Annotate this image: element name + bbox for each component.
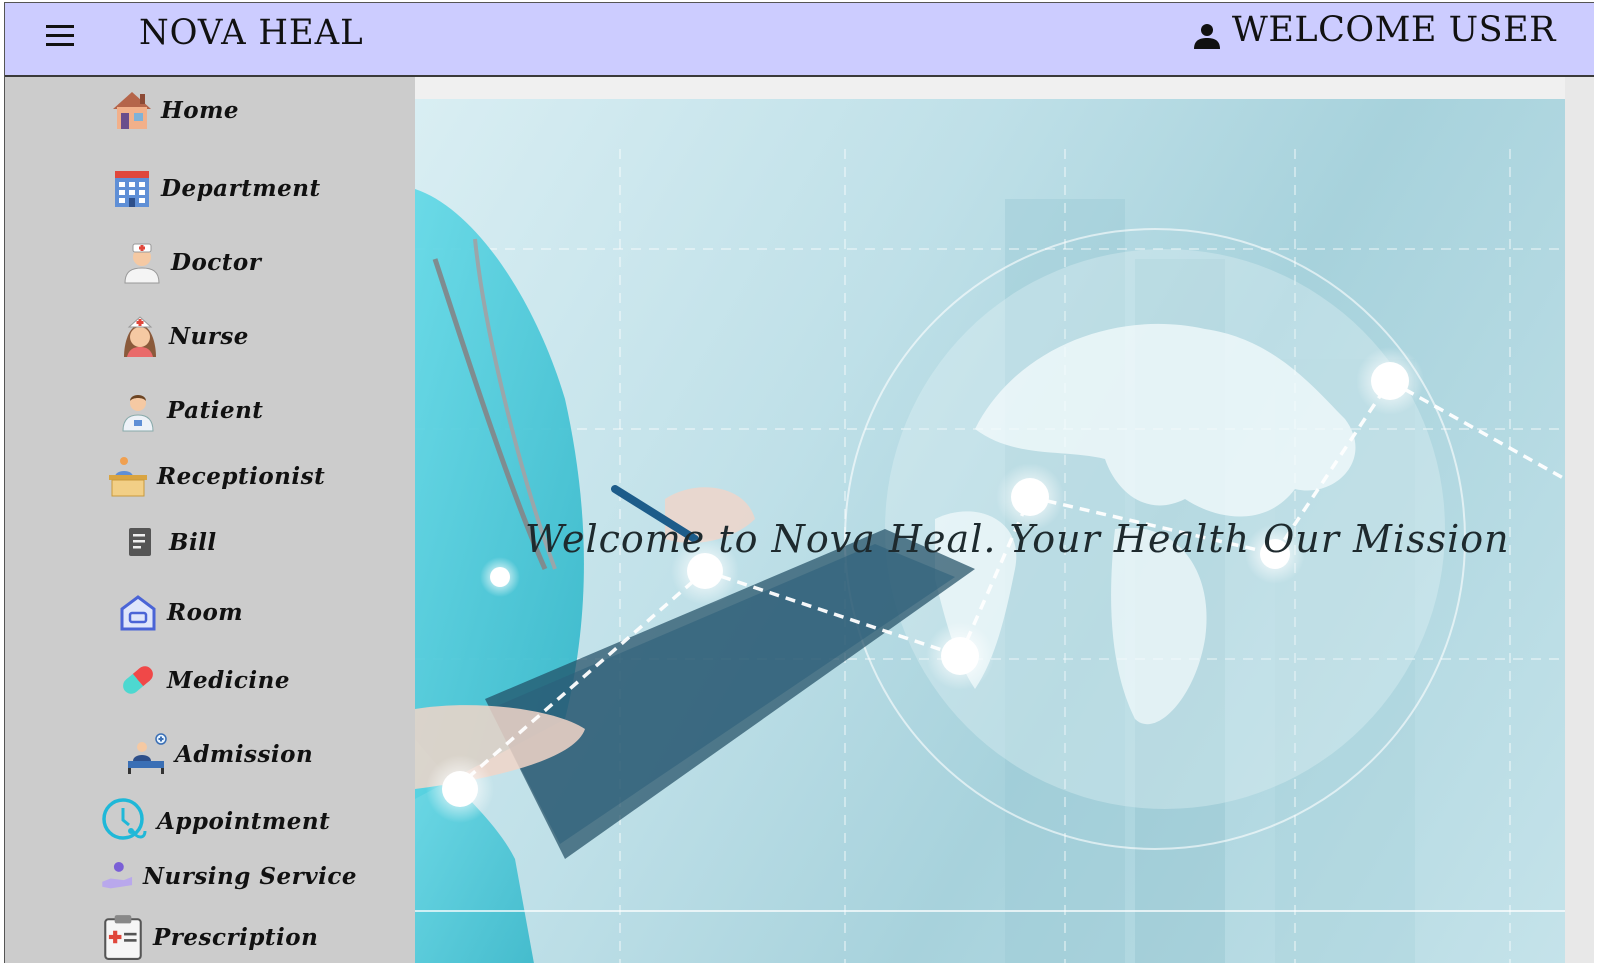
bill-icon [129,528,151,556]
sidebar-item-receptionist[interactable]: Receptionist [105,453,325,499]
hero-banner: Welcome to Nova Heal. Your Health Our Mi… [415,99,1565,963]
sidebar-item-patient[interactable]: Patient [115,387,263,433]
main-content: Welcome to Nova Heal. Your Health Our Mi… [415,77,1565,963]
doctor-icon [124,243,160,284]
sidebar-item-label: Receptionist [157,462,326,490]
receptionist-desk-icon [109,457,147,497]
sidebar-item-label: Appointment [157,807,331,835]
sidebar-item-prescription[interactable]: Prescription [99,913,318,961]
sidebar-item-label: Admission [175,740,314,768]
room-icon [120,595,156,631]
hero-welcome-text: Welcome to Nova Heal. Your Health Our Mi… [525,517,1510,561]
hospital-building-icon [115,171,149,207]
sidebar-item-doctor[interactable]: Doctor [119,239,261,285]
pill-capsule-icon [123,666,153,694]
sidebar-item-label: Medicine [167,666,291,694]
sidebar-item-label: Department [161,174,321,202]
sidebar-item-label: Home [161,96,240,124]
sidebar-item-appointment[interactable]: Appointment [99,795,330,847]
clock-stethoscope-icon [102,798,147,840]
home-icon [113,92,151,129]
clipboard-prescription-icon [104,915,142,960]
sidebar-item-label: Nursing Service [143,862,357,890]
sidebar-item-department[interactable]: Department [109,165,321,211]
user-icon [1193,24,1220,49]
top-header-bar: NOVA HEAL WELCOME USER [5,3,1594,77]
sidebar-item-label: Patient [167,396,264,424]
sidebar-item-nursing-service[interactable]: Nursing Service [99,857,357,895]
sidebar-item-room[interactable]: Room [115,589,243,635]
sidebar-item-medicine[interactable]: Medicine [115,657,290,703]
nurse-icon [124,316,156,357]
sidebar-item-nurse[interactable]: Nurse [117,313,249,359]
sidebar-item-admission[interactable]: Admission [123,731,313,777]
patient-icon [122,395,154,432]
care-hand-icon [102,861,133,889]
sidebar-item-label: Nurse [169,322,249,350]
sidebar-item-home[interactable]: Home [109,87,239,133]
sidebar-item-bill[interactable]: Bill [117,519,217,565]
welcome-user-text: WELCOME USER [1231,10,1556,50]
sidebar-item-label: Bill [169,528,217,556]
sidebar-item-label: Prescription [153,923,319,951]
window-edge-strip [1565,77,1594,963]
app-title: NOVA HEAL [139,13,364,53]
hospital-bed-icon [128,733,167,774]
welcome-user-area: WELCOME USER [1192,9,1556,51]
hamburger-menu-icon[interactable] [43,23,77,49]
app-window: NOVA HEAL WELCOME USER Home Department D… [4,2,1594,963]
sidebar-navigation: Home Department Doctor Nurse Patient Rec… [5,77,415,963]
sidebar-item-label: Doctor [171,248,262,276]
sidebar-item-label: Room [167,598,244,626]
